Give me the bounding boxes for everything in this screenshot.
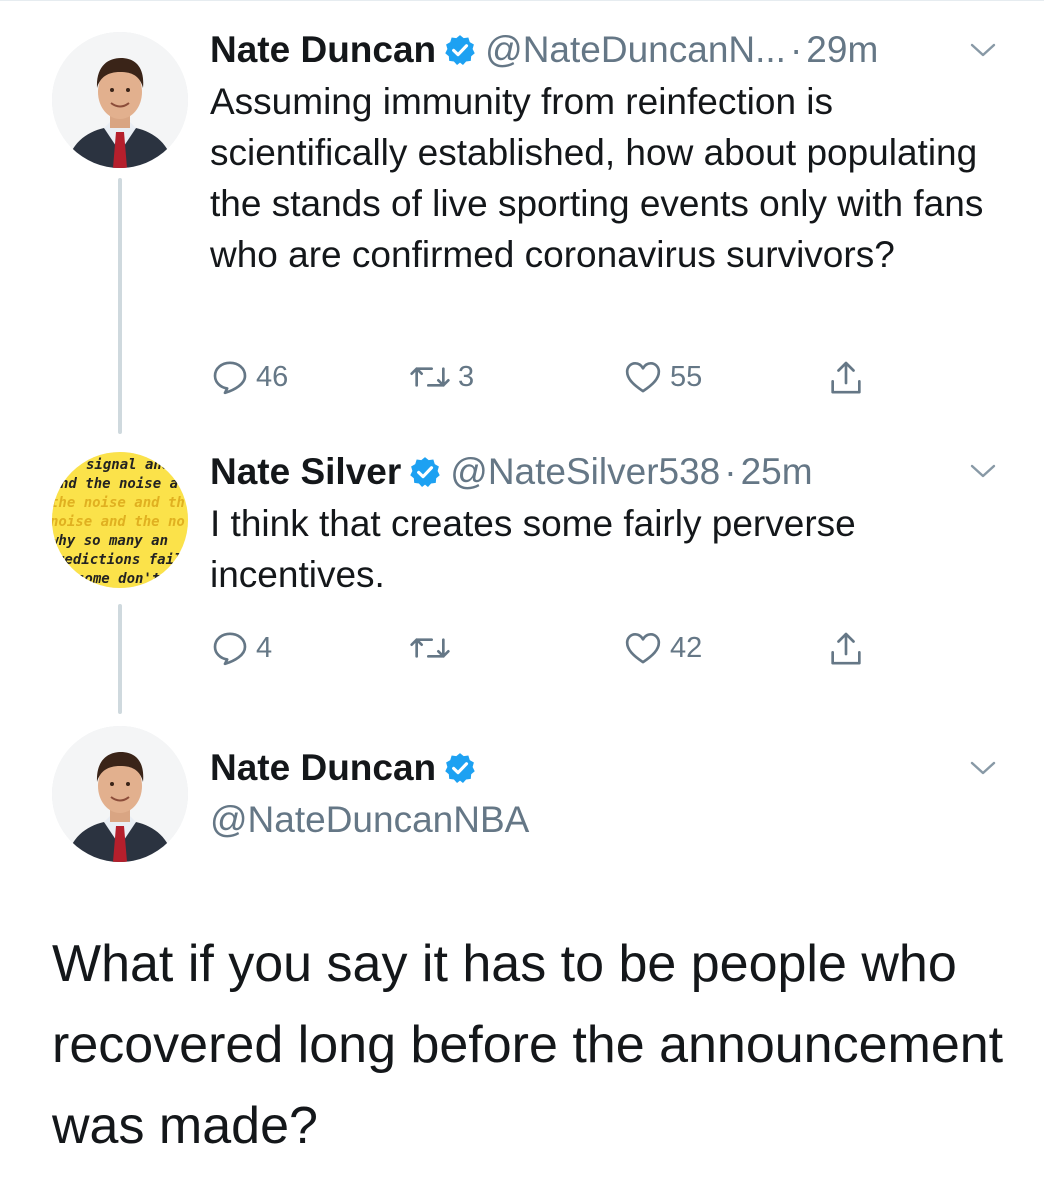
display-name[interactable]: Nate Duncan	[210, 28, 436, 72]
like-button[interactable]: 42	[622, 628, 702, 668]
reply-count: 46	[256, 360, 289, 393]
svg-text:noise and the no: noise and the no	[52, 514, 185, 530]
thread-line-2	[118, 604, 122, 714]
user-handle[interactable]: @NateDuncanNBA	[210, 798, 529, 842]
retweet-button[interactable]	[408, 628, 458, 668]
retweet-count: 3	[458, 360, 475, 393]
user-handle[interactable]: @NateSilver538	[450, 450, 720, 494]
share-icon	[831, 361, 861, 394]
thread-line-1	[118, 178, 122, 434]
tweet-1-actions: 46 3 55	[210, 357, 890, 401]
top-divider	[0, 0, 1044, 1]
avatar-nate-duncan[interactable]	[52, 32, 188, 168]
timestamp[interactable]: 29m	[806, 28, 878, 72]
retweet-button[interactable]: 3	[408, 357, 474, 397]
tweet-1[interactable]: Nate Duncan @NateDuncanN... · 29m Assumi…	[210, 28, 1010, 280]
like-button[interactable]: 55	[622, 357, 702, 397]
retweet-icon	[410, 638, 450, 658]
verified-badge-icon	[443, 33, 477, 67]
avatar-nate-duncan-reply[interactable]	[52, 726, 188, 862]
share-icon	[831, 632, 861, 665]
chevron-down-icon[interactable]	[970, 463, 996, 479]
tweet-text: Assuming immunity from reinfection is sc…	[210, 81, 984, 275]
reply-name-row: Nate Duncan	[210, 746, 529, 790]
tweet-2-actions: 4 42	[210, 628, 890, 672]
like-count: 42	[670, 631, 703, 664]
reply-count: 4	[256, 631, 273, 664]
separator-dot: ·	[724, 451, 737, 492]
verified-badge-icon	[408, 455, 442, 489]
chevron-down-icon[interactable]	[970, 42, 996, 58]
svg-text:why so many an: why so many an	[52, 533, 168, 549]
user-handle[interactable]: @NateDuncanN...	[485, 28, 786, 72]
svg-text:redictions fail: redictions fail	[56, 552, 182, 568]
share-button[interactable]	[826, 357, 872, 399]
svg-text:the noise and th: the noise and th	[52, 495, 185, 511]
tweet-2[interactable]: Nate Silver @NateSilver538 · 25m I think…	[210, 450, 1010, 600]
reply-icon	[213, 361, 247, 395]
reply-author[interactable]: Nate Duncan @NateDuncanNBA	[210, 746, 529, 842]
retweet-icon	[410, 367, 450, 387]
svg-text:signal and: signal and	[86, 457, 171, 473]
display-name[interactable]: Nate Silver	[210, 450, 401, 494]
timestamp[interactable]: 25m	[741, 450, 813, 494]
reply-button[interactable]: 4	[210, 628, 272, 668]
tweet-text: I think that creates some fairly pervers…	[210, 503, 856, 595]
reply-button[interactable]: 46	[210, 357, 288, 397]
share-button[interactable]	[826, 628, 872, 670]
display-name[interactable]: Nate Duncan	[210, 746, 436, 790]
tweet-1-header: Nate Duncan @NateDuncanN... · 29m	[210, 28, 1010, 72]
avatar-nate-silver[interactable]: signal and nd the noise a the noise and …	[52, 452, 188, 588]
like-icon	[625, 362, 661, 393]
like-count: 55	[670, 360, 703, 393]
chevron-down-icon[interactable]	[970, 760, 996, 776]
svg-text:some don't: some don't	[76, 571, 160, 587]
reply-tweet-text: What if you say it has to be people who …	[52, 935, 1004, 1155]
tweet-2-header: Nate Silver @NateSilver538 · 25m	[210, 450, 1010, 494]
verified-badge-icon	[443, 751, 477, 785]
separator-dot: ·	[789, 29, 803, 70]
like-icon	[625, 633, 661, 664]
svg-text:nd the noise a: nd the noise a	[60, 476, 178, 492]
reply-icon	[213, 632, 247, 666]
